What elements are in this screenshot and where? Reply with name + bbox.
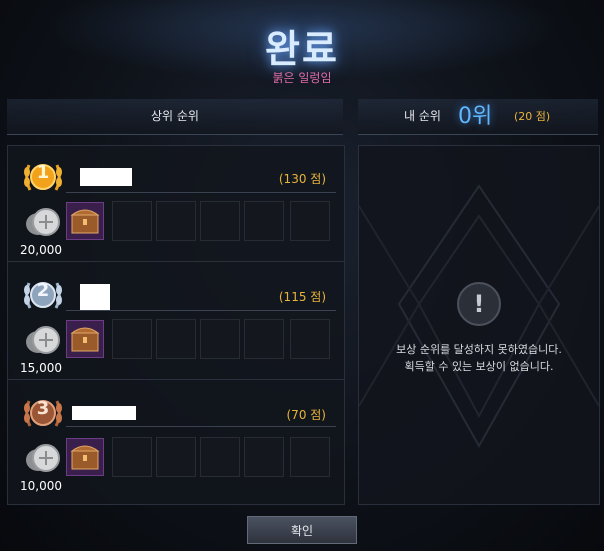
result-title: 완료 xyxy=(265,27,339,71)
confirm-button[interactable]: 확인 xyxy=(247,516,357,544)
empty-reward-slot xyxy=(156,437,196,477)
my-rank-value: 0위 xyxy=(458,104,493,129)
empty-reward-slot xyxy=(200,319,240,359)
reward-amount: 15,000 xyxy=(20,361,62,375)
empty-reward-slot xyxy=(156,319,196,359)
my-score: (20 점) xyxy=(514,110,551,123)
player-name-redacted xyxy=(72,406,136,420)
empty-reward-slot xyxy=(200,201,240,241)
rank-entry-3: 3 (70 점) 10,000 xyxy=(8,384,344,499)
silver-coin-icon xyxy=(26,208,60,236)
rank-score: (130 점) xyxy=(278,172,326,186)
treasure-chest-icon[interactable] xyxy=(66,438,104,476)
empty-reward-slot xyxy=(112,437,152,477)
my-ranking-header: 내 순위 0위 (20 점) xyxy=(358,99,598,135)
rank-score: (115 점) xyxy=(278,290,326,304)
player-name-redacted xyxy=(80,168,132,186)
empty-reward-slot xyxy=(244,201,284,241)
rank-entry-2: 2 (115 점) 15,000 xyxy=(8,264,344,380)
rank-number: 3 xyxy=(36,398,50,419)
silver-coin-icon xyxy=(26,326,60,354)
empty-reward-slot xyxy=(290,201,330,241)
rank-number: 1 xyxy=(36,162,50,183)
rank-number: 2 xyxy=(36,280,50,301)
empty-reward-slot xyxy=(244,437,284,477)
empty-reward-slot xyxy=(290,319,330,359)
exclamation-icon: ! xyxy=(457,282,501,326)
my-rank-label: 내 순위 xyxy=(404,109,441,123)
my-ranking-panel: ! 보상 순위를 달성하지 못하였습니다. 획득할 수 있는 보상이 없습니다. xyxy=(358,145,600,505)
silver-coin-icon xyxy=(26,444,60,472)
no-reward-message-line1: 보상 순위를 달성하지 못하였습니다. xyxy=(396,343,562,356)
reward-amount: 10,000 xyxy=(20,479,62,493)
treasure-chest-icon[interactable] xyxy=(66,320,104,358)
empty-reward-slot xyxy=(156,201,196,241)
empty-reward-slot xyxy=(290,437,330,477)
rank-entry-1: 1 (130 점) 20,000 xyxy=(8,146,344,262)
divider xyxy=(66,426,336,427)
event-subtitle: 붉은 일렁임 xyxy=(272,71,332,85)
reward-amount: 20,000 xyxy=(20,243,62,257)
empty-reward-slot xyxy=(244,319,284,359)
divider xyxy=(66,192,336,193)
treasure-chest-icon[interactable] xyxy=(66,202,104,240)
empty-reward-slot xyxy=(112,319,152,359)
player-name-redacted xyxy=(80,284,110,310)
top-ranking-list: 1 (130 점) 20,000 2 (115 점) 15,000 3 (70 … xyxy=(7,145,345,505)
no-reward-message-line2: 획득할 수 있는 보상이 없습니다. xyxy=(404,360,554,373)
top-ranking-header: 상위 순위 xyxy=(7,99,343,135)
empty-reward-slot xyxy=(112,201,152,241)
divider xyxy=(66,310,336,311)
empty-reward-slot xyxy=(200,437,240,477)
rank-score: (70 점) xyxy=(286,408,327,422)
